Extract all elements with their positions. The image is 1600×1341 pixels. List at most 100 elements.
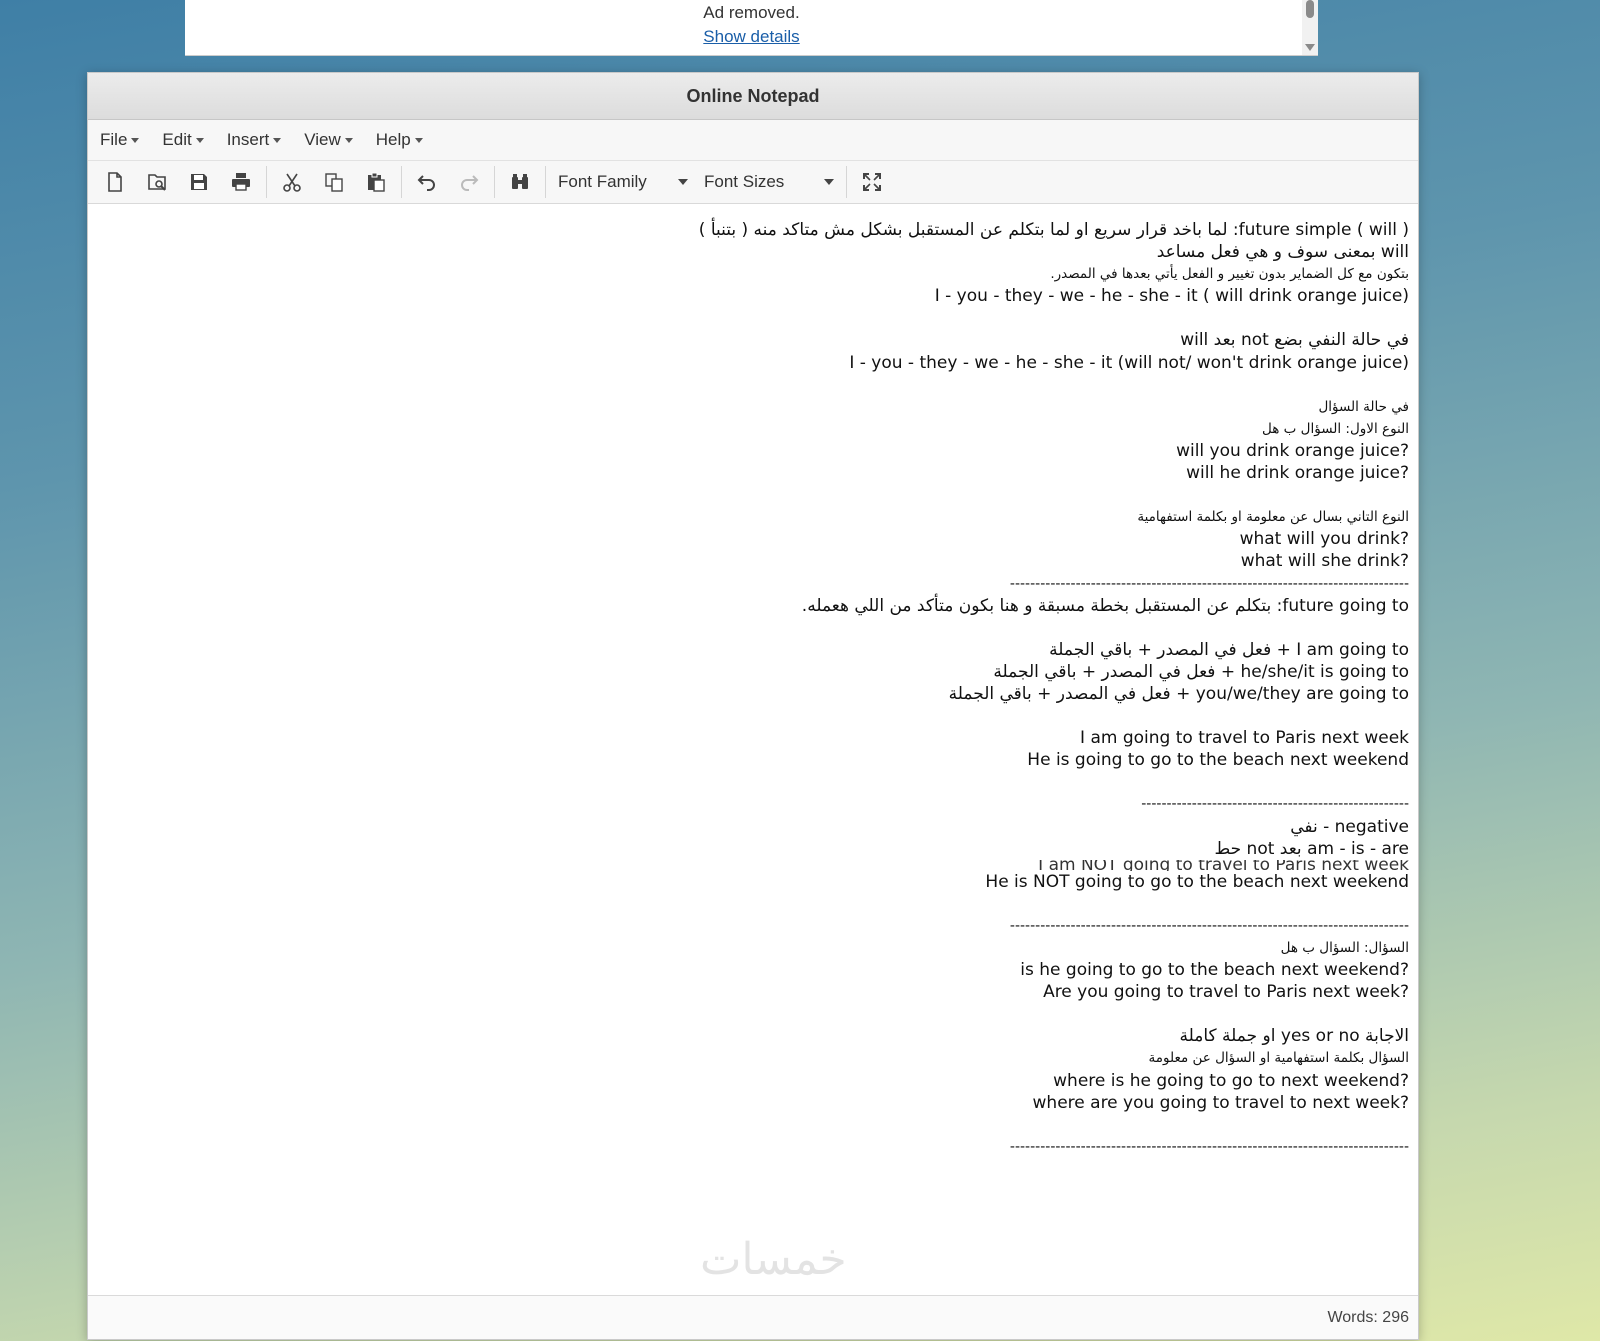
undo-button[interactable]: [408, 165, 446, 199]
text-line: في حالة السؤال: [1318, 398, 1409, 415]
fullscreen-button[interactable]: [853, 165, 891, 199]
document-text[interactable]: future simple ( will ): لما باخد قرار سر…: [108, 219, 1409, 1158]
text-line: I am going to + فعل في المصدر + باقي الج…: [1049, 639, 1409, 660]
text-line: [108, 617, 1409, 639]
word-count: Words: 296: [1327, 1309, 1409, 1326]
scrollbar-thumb[interactable]: [1306, 0, 1314, 18]
chevron-down-icon: [273, 138, 282, 144]
text-line: future going to: بتكلم عن المستقبل بخطة …: [801, 595, 1409, 616]
chevron-down-icon: [195, 138, 204, 144]
text-line: [108, 705, 1409, 727]
menu-help-label: Help: [375, 130, 411, 149]
text-line: negative - نفي: [1290, 816, 1409, 837]
text-line: ?will you drink orange juice: [1176, 440, 1409, 461]
menu-file-label: File: [100, 130, 128, 149]
open-icon: [148, 174, 166, 191]
ad-scrollbar[interactable]: [1302, 0, 1318, 55]
text-line: I am going to travel to Paris next week: [1080, 728, 1409, 749]
redo-button[interactable]: [450, 165, 488, 199]
font-sizes-label: Font Sizes: [704, 172, 785, 191]
text-line: ?will he drink orange juice: [1186, 463, 1409, 484]
menu-insert-label: Insert: [226, 130, 270, 149]
text-line: He is NOT going to go to the beach next …: [985, 871, 1409, 892]
divider-line: ----------------------------------------…: [1141, 796, 1409, 813]
toolbar-divider: [401, 166, 402, 198]
text-line: I am NOT going to travel to Paris next w…: [1038, 859, 1409, 871]
text-line: الاجابة yes or no او جملة كاملة: [1179, 1026, 1409, 1047]
text-line: ?is he going to go to the beach next wee…: [1020, 960, 1409, 981]
text-line: ?Are you going to travel to Paris next w…: [1043, 982, 1409, 1003]
menu-insert[interactable]: Insert: [227, 130, 282, 150]
text-line: السؤال: السؤال ب هل: [1280, 940, 1409, 956]
notepad-window: Online Notepad File Edit Insert View Hel…: [87, 72, 1419, 1340]
save-button[interactable]: [180, 165, 218, 199]
text-line: I - you - they - we - he - she - it ( wi…: [934, 286, 1409, 307]
text-line: ?where are you going to travel to next w…: [1032, 1092, 1409, 1113]
chevron-down-icon: [131, 138, 140, 144]
show-details-link[interactable]: Show details: [703, 27, 799, 47]
menu-edit-label: Edit: [162, 130, 192, 149]
redo-icon: [461, 175, 479, 191]
paste-icon: [368, 172, 385, 192]
text-line: am - is - are بعد not حط: [1214, 838, 1409, 859]
find-button[interactable]: [501, 165, 539, 199]
copy-button[interactable]: [315, 165, 353, 199]
text-line: [108, 893, 1409, 915]
text-line: will بمعنى سوف و هي فعل مساعد: [1156, 242, 1409, 263]
font-family-label: Font Family: [558, 172, 647, 191]
menu-view[interactable]: View: [304, 130, 353, 150]
font-sizes-select[interactable]: Font Sizes: [698, 172, 834, 192]
text-line: [108, 1003, 1409, 1025]
menu-help[interactable]: Help: [376, 130, 423, 150]
open-button[interactable]: [138, 165, 176, 199]
undo-icon: [417, 175, 435, 191]
menu-file[interactable]: File: [100, 130, 140, 150]
text-line: future simple ( will ): لما باخد قرار سر…: [698, 220, 1409, 240]
toolbar-divider: [266, 166, 267, 198]
divider-line: ----------------------------------------…: [1009, 1138, 1409, 1155]
window-title: Online Notepad: [88, 73, 1418, 120]
chevron-down-icon: [344, 138, 353, 144]
text-line: ?what will she drink: [1240, 551, 1409, 572]
divider-line: ----------------------------------------…: [1009, 575, 1409, 592]
save-icon: [191, 174, 207, 190]
new-doc-icon: [108, 172, 122, 192]
text-line: بتكون مع كل الضماير بدون تغيير و الفعل ي…: [1050, 266, 1409, 283]
print-button[interactable]: [222, 165, 260, 199]
find-icon: [512, 174, 528, 189]
text-line: ?what will you drink: [1239, 529, 1409, 550]
chevron-down-icon: [678, 179, 688, 185]
cut-icon: [283, 173, 301, 192]
menu-edit[interactable]: Edit: [162, 130, 204, 150]
text-line: [108, 307, 1409, 329]
text-line: ?where is he going to go to next weekend: [1053, 1070, 1409, 1091]
text-line: النوع التاني بسال عن معلومة او بكلمة است…: [1137, 509, 1409, 526]
scroll-down-arrow-icon[interactable]: [1305, 44, 1315, 51]
editor-area[interactable]: future simple ( will ): لما باخد قرار سر…: [88, 203, 1418, 1295]
text-line: I - you - they - we - he - she - it (wil…: [849, 352, 1409, 373]
paste-button[interactable]: [357, 165, 395, 199]
text-line: [108, 1114, 1409, 1136]
toolbar-divider: [494, 166, 495, 198]
toolbar-divider: [846, 166, 847, 198]
toolbar: Font Family Font Sizes: [88, 161, 1418, 204]
fullscreen-icon: [863, 173, 881, 191]
cut-button[interactable]: [273, 165, 311, 199]
text-line: [108, 374, 1409, 396]
text-line: [108, 771, 1409, 793]
menu-view-label: View: [304, 130, 341, 149]
print-icon: [232, 173, 250, 191]
watermark-logo: خمسات: [700, 1235, 847, 1284]
chevron-down-icon: [824, 179, 834, 185]
text-line: you/we/they are going to + فعل في المصدر…: [948, 683, 1409, 704]
menu-bar: File Edit Insert View Help: [88, 120, 1418, 161]
text-line: في حالة النفي بضع not بعد will: [1180, 330, 1409, 351]
text-line: السؤال بكلمة استفهامية او السؤال عن معلو…: [1148, 1050, 1409, 1067]
font-family-select[interactable]: Font Family: [552, 172, 688, 192]
copy-icon: [325, 173, 343, 192]
new-document-button[interactable]: [96, 165, 134, 199]
ad-removed-message: Ad removed.: [703, 3, 800, 22]
text-line: النوع الاول: السؤال ب هل: [1262, 420, 1409, 437]
toolbar-divider: [545, 166, 546, 198]
status-bar: Words: 296: [88, 1295, 1418, 1339]
